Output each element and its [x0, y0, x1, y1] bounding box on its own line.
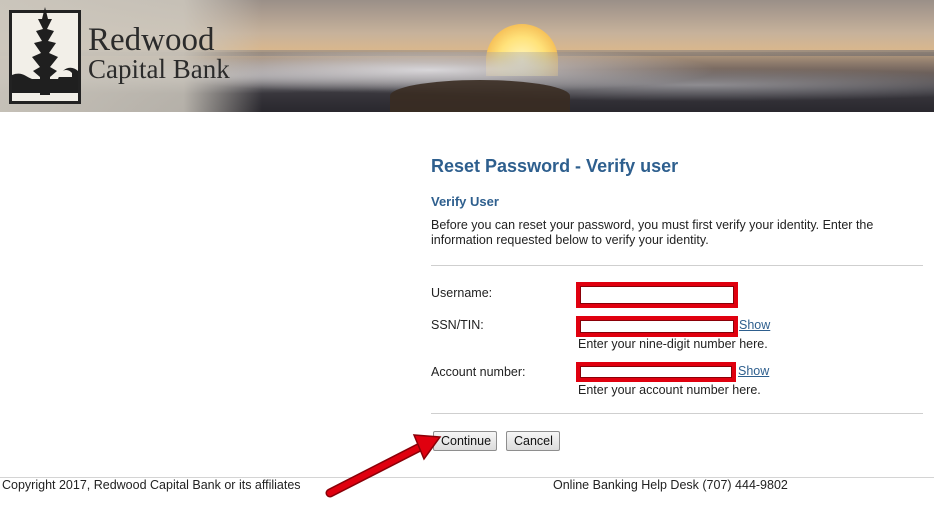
bank-name-line2: Capital Bank	[88, 54, 230, 84]
cancel-button[interactable]: Cancel	[506, 431, 560, 451]
account-number-input[interactable]	[576, 362, 736, 382]
red-arrow-annotation	[325, 434, 442, 498]
bank-logo[interactable]	[9, 7, 81, 104]
section-title: Verify User	[431, 194, 499, 209]
bank-name: Redwood Capital Bank	[88, 22, 230, 84]
ssn-tin-label: SSN/TIN:	[431, 318, 484, 332]
ssn-tin-input[interactable]	[576, 316, 738, 337]
footer-help-desk: Online Banking Help Desk (707) 444-9802	[553, 478, 788, 492]
username-input[interactable]	[576, 282, 738, 308]
header-banner: Redwood Capital Bank	[0, 0, 934, 112]
divider-bottom	[431, 413, 923, 414]
ssn-tin-hint: Enter your nine-digit number here.	[578, 337, 768, 351]
account-number-hint: Enter your account number here.	[578, 383, 761, 397]
redwood-tree-icon	[12, 7, 78, 95]
account-show-link[interactable]: Show	[738, 364, 769, 378]
username-label: Username:	[431, 286, 493, 300]
ssn-show-link[interactable]: Show	[739, 318, 770, 332]
footer-copyright: Copyright 2017, Redwood Capital Bank or …	[2, 478, 301, 492]
page-title: Reset Password - Verify user	[431, 156, 679, 176]
account-number-label: Account number:	[431, 365, 526, 379]
instructions-text: Before you can reset your password, you …	[431, 218, 874, 247]
bank-name-line1: Redwood	[88, 22, 215, 58]
divider-top	[431, 265, 923, 266]
rocks	[390, 80, 570, 112]
